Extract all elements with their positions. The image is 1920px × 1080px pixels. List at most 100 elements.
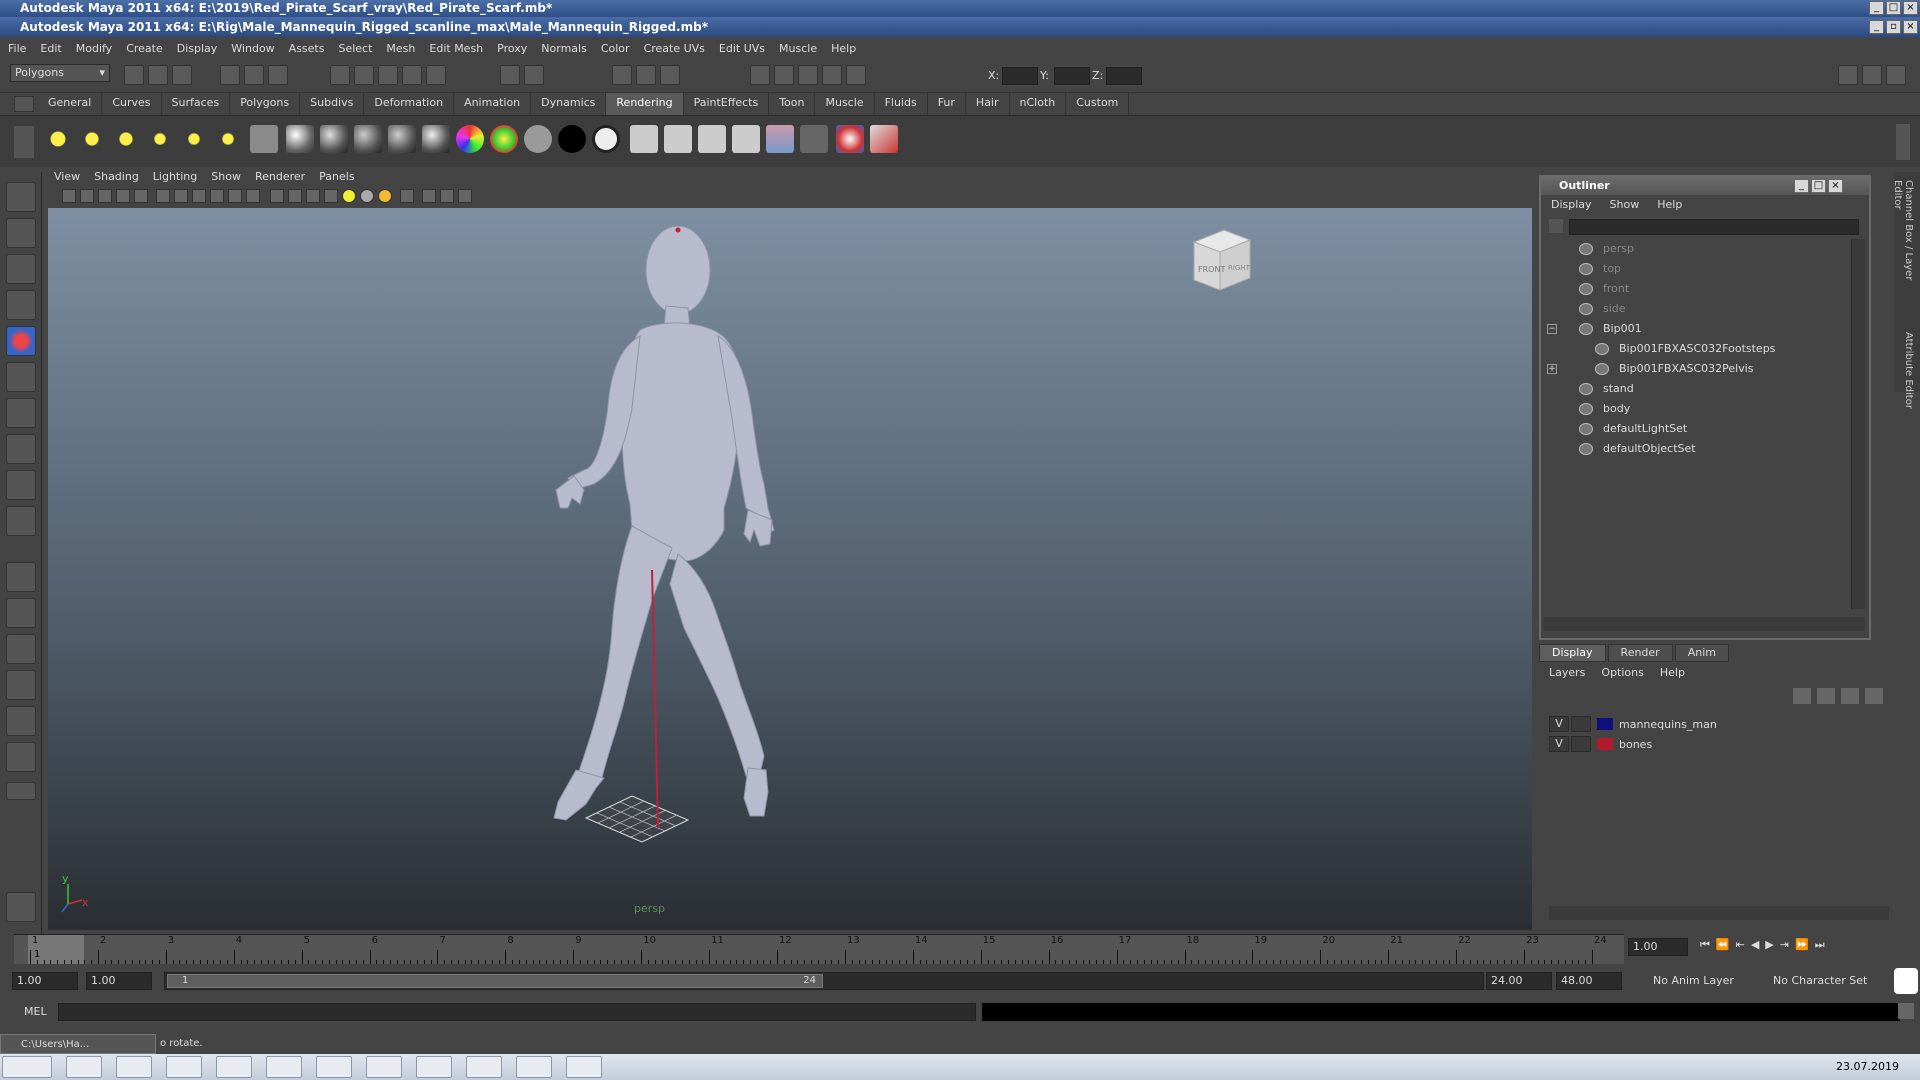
perspective-viewport[interactable]: FRONT RIGHT y x persp: [48, 208, 1532, 930]
custom-layout-icon[interactable]: [6, 742, 36, 772]
shelf-tab-surfaces[interactable]: Surfaces: [161, 93, 231, 115]
xray-joints-icon[interactable]: [440, 189, 454, 203]
lambert-shader-icon[interactable]: [320, 125, 348, 153]
time-slider[interactable]: 1 2 3 4 5 6 7 8 9 10 11 12 13 14 15 16 17 18 19 20 21 22 23 24 1: [14, 934, 1624, 964]
shelf-tab-animation[interactable]: Animation: [454, 93, 532, 115]
layer-display-type[interactable]: [1571, 716, 1591, 732]
snap-grid-icon[interactable]: [330, 65, 350, 85]
menu-edit[interactable]: Edit: [40, 42, 61, 55]
select-component-icon[interactable]: [268, 65, 288, 85]
move-layer-down-icon[interactable]: [1865, 688, 1883, 704]
outliner-vertical-scrollbar[interactable]: [1851, 239, 1865, 609]
menu-normals[interactable]: Normals: [541, 42, 587, 55]
outliner-item[interactable]: Bip001FBXASC032Footsteps: [1595, 339, 1775, 359]
taskbar-app-icon[interactable]: [316, 1056, 352, 1078]
character-set-dropdown[interactable]: No Character Set: [1768, 972, 1874, 990]
render-current-frame-icon[interactable]: [630, 125, 658, 153]
select-tool-icon[interactable]: [6, 182, 36, 212]
command-input[interactable]: [58, 1003, 976, 1021]
shelf-tab-polygons[interactable]: Polygons: [230, 93, 301, 115]
shelf-tab-curves[interactable]: Curves: [102, 93, 162, 115]
skeleton-head-joint[interactable]: [675, 227, 681, 233]
go-to-start-icon[interactable]: ⏮: [1700, 938, 1710, 952]
ipr-render-shelf-icon[interactable]: [664, 125, 692, 153]
range-slider-track[interactable]: 1 24: [164, 972, 1484, 990]
viewport-menu-panels[interactable]: Panels: [319, 168, 354, 186]
outliner-item[interactable]: top: [1579, 259, 1621, 279]
menu-file[interactable]: File: [8, 42, 26, 55]
show-manipulator-icon[interactable]: [6, 470, 36, 500]
taskbar-app-icon[interactable]: [466, 1056, 502, 1078]
new-layer-selected-icon[interactable]: [1817, 688, 1835, 704]
all-lights-icon[interactable]: [360, 189, 374, 203]
layer-tab-render[interactable]: Render: [1607, 644, 1673, 662]
surface-shader-icon[interactable]: [558, 125, 586, 153]
outliner-item[interactable]: body: [1579, 399, 1630, 419]
menu-create[interactable]: Create: [126, 42, 163, 55]
volume-light-icon[interactable]: [214, 125, 242, 153]
scale-tool-icon[interactable]: [6, 362, 36, 392]
graph-icon[interactable]: [774, 65, 794, 85]
anisotropic-shader-icon[interactable]: [422, 125, 450, 153]
close-icon[interactable]: ×: [1828, 179, 1843, 193]
z-field[interactable]: [1106, 67, 1142, 85]
skeleton-joint-line[interactable]: [651, 569, 659, 829]
shelf-menu-icon[interactable]: [14, 96, 34, 112]
last-tool-icon[interactable]: [6, 506, 36, 536]
outliner-item[interactable]: front: [1579, 279, 1629, 299]
shelf-tab-fluids[interactable]: Fluids: [874, 93, 928, 115]
layer-menu-options[interactable]: Options: [1601, 666, 1643, 679]
menu-assets[interactable]: Assets: [289, 42, 325, 55]
shelf-scroll-icon[interactable]: [1896, 124, 1910, 160]
xray-icon[interactable]: [422, 189, 436, 203]
gate-mask-icon[interactable]: [210, 189, 224, 203]
bookmarks-icon[interactable]: [98, 189, 112, 203]
play-forward-icon[interactable]: ▶: [1765, 938, 1773, 952]
paint-select-tool-icon[interactable]: [6, 254, 36, 284]
wireframe-on-shaded-icon[interactable]: [306, 189, 320, 203]
hypershade-shelf-icon[interactable]: [732, 125, 760, 153]
ambient-light-icon[interactable]: [44, 125, 72, 153]
new-scene-icon[interactable]: [124, 65, 144, 85]
layer-tab-anim[interactable]: Anim: [1674, 644, 1729, 662]
snap-surface-icon[interactable]: [426, 65, 446, 85]
range-slider-handle[interactable]: 1 24: [167, 974, 823, 988]
minimize-icon[interactable]: _: [1794, 179, 1809, 193]
shadows-icon[interactable]: [378, 189, 392, 203]
image-plane-icon[interactable]: [116, 189, 130, 203]
shelf-options-icon[interactable]: [14, 126, 34, 158]
shelf-tab-toon[interactable]: Toon: [769, 93, 816, 115]
mannequin-mesh[interactable]: [553, 225, 775, 821]
step-back-key-icon[interactable]: ⏪: [1716, 938, 1730, 952]
default-lights-icon[interactable]: [342, 189, 356, 203]
two-d-pan-zoom-icon[interactable]: [134, 189, 148, 203]
auto-key-icon[interactable]: [1894, 968, 1918, 994]
menu-window[interactable]: Window: [231, 42, 274, 55]
menu-display[interactable]: Display: [177, 42, 218, 55]
animation-start-field[interactable]: 1.00: [12, 972, 78, 990]
menu-color[interactable]: Color: [601, 42, 630, 55]
step-back-frame-icon[interactable]: ⇤: [1736, 938, 1745, 952]
smooth-shade-icon[interactable]: [288, 189, 302, 203]
spot-light-icon[interactable]: [146, 125, 174, 153]
menu-mesh[interactable]: Mesh: [386, 42, 415, 55]
hypershade-icon[interactable]: [750, 65, 770, 85]
menu-modify[interactable]: Modify: [76, 42, 112, 55]
rotate-tool-icon[interactable]: [6, 326, 36, 356]
menu-help[interactable]: Help: [831, 42, 856, 55]
layer-tab-display[interactable]: Display: [1539, 644, 1606, 662]
menu-edit-mesh[interactable]: Edit Mesh: [429, 42, 483, 55]
history-icon[interactable]: [500, 65, 520, 85]
shelf-tab-dynamics[interactable]: Dynamics: [531, 93, 607, 115]
layer-visibility-toggle[interactable]: V: [1549, 736, 1569, 752]
layer-color-swatch[interactable]: [1597, 738, 1613, 750]
current-time-field[interactable]: 1.00: [1628, 938, 1688, 956]
area-light-icon[interactable]: [180, 125, 208, 153]
open-scene-icon[interactable]: [148, 65, 168, 85]
outliner-menu-help[interactable]: Help: [1657, 195, 1682, 215]
expand-toggle-icon[interactable]: −: [1547, 324, 1557, 334]
menu-create-uvs[interactable]: Create UVs: [644, 42, 705, 55]
maximize-icon[interactable]: □: [1811, 179, 1826, 193]
minimized-window[interactable]: C:\Users\Ha...: [0, 1034, 156, 1054]
shelf-tab-custom[interactable]: Custom: [1066, 93, 1130, 115]
